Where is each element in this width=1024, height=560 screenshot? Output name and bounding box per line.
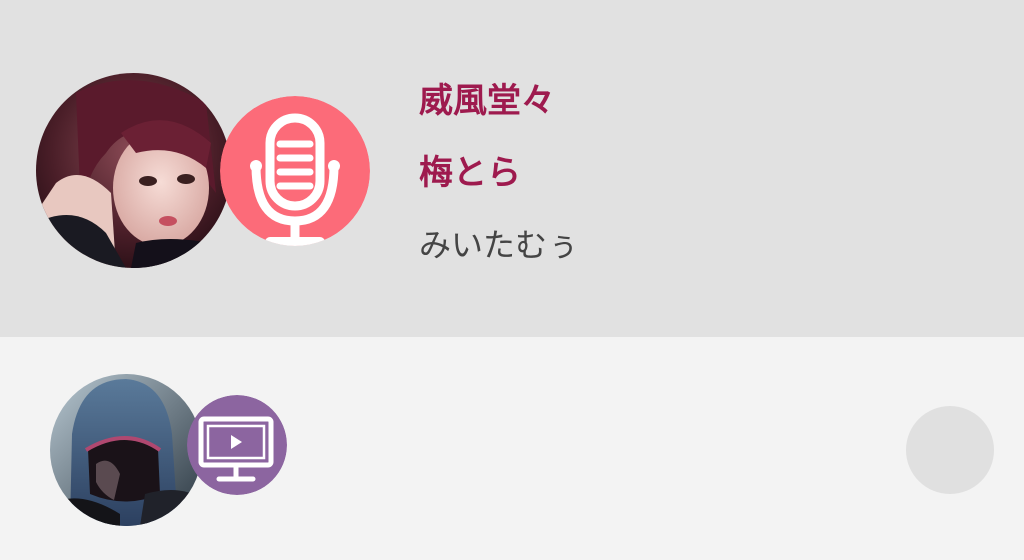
song-title: 威風堂々 bbox=[419, 81, 555, 121]
avatar-photo bbox=[50, 374, 202, 526]
list-item-audio[interactable]: 威風堂々 梅とら みいたむぅ bbox=[0, 0, 1024, 337]
list-item-video[interactable] bbox=[0, 337, 1024, 560]
microphone-icon bbox=[220, 96, 370, 246]
performer-name: みいたむぅ bbox=[419, 226, 580, 264]
avatar bbox=[50, 374, 202, 526]
video-badge bbox=[187, 395, 287, 495]
avatar-photo bbox=[36, 73, 231, 268]
action-button[interactable] bbox=[906, 406, 994, 494]
monitor-play-icon bbox=[187, 395, 287, 495]
microphone-badge bbox=[220, 96, 370, 246]
artist-name: 梅とら bbox=[419, 153, 521, 193]
avatar bbox=[36, 73, 231, 268]
